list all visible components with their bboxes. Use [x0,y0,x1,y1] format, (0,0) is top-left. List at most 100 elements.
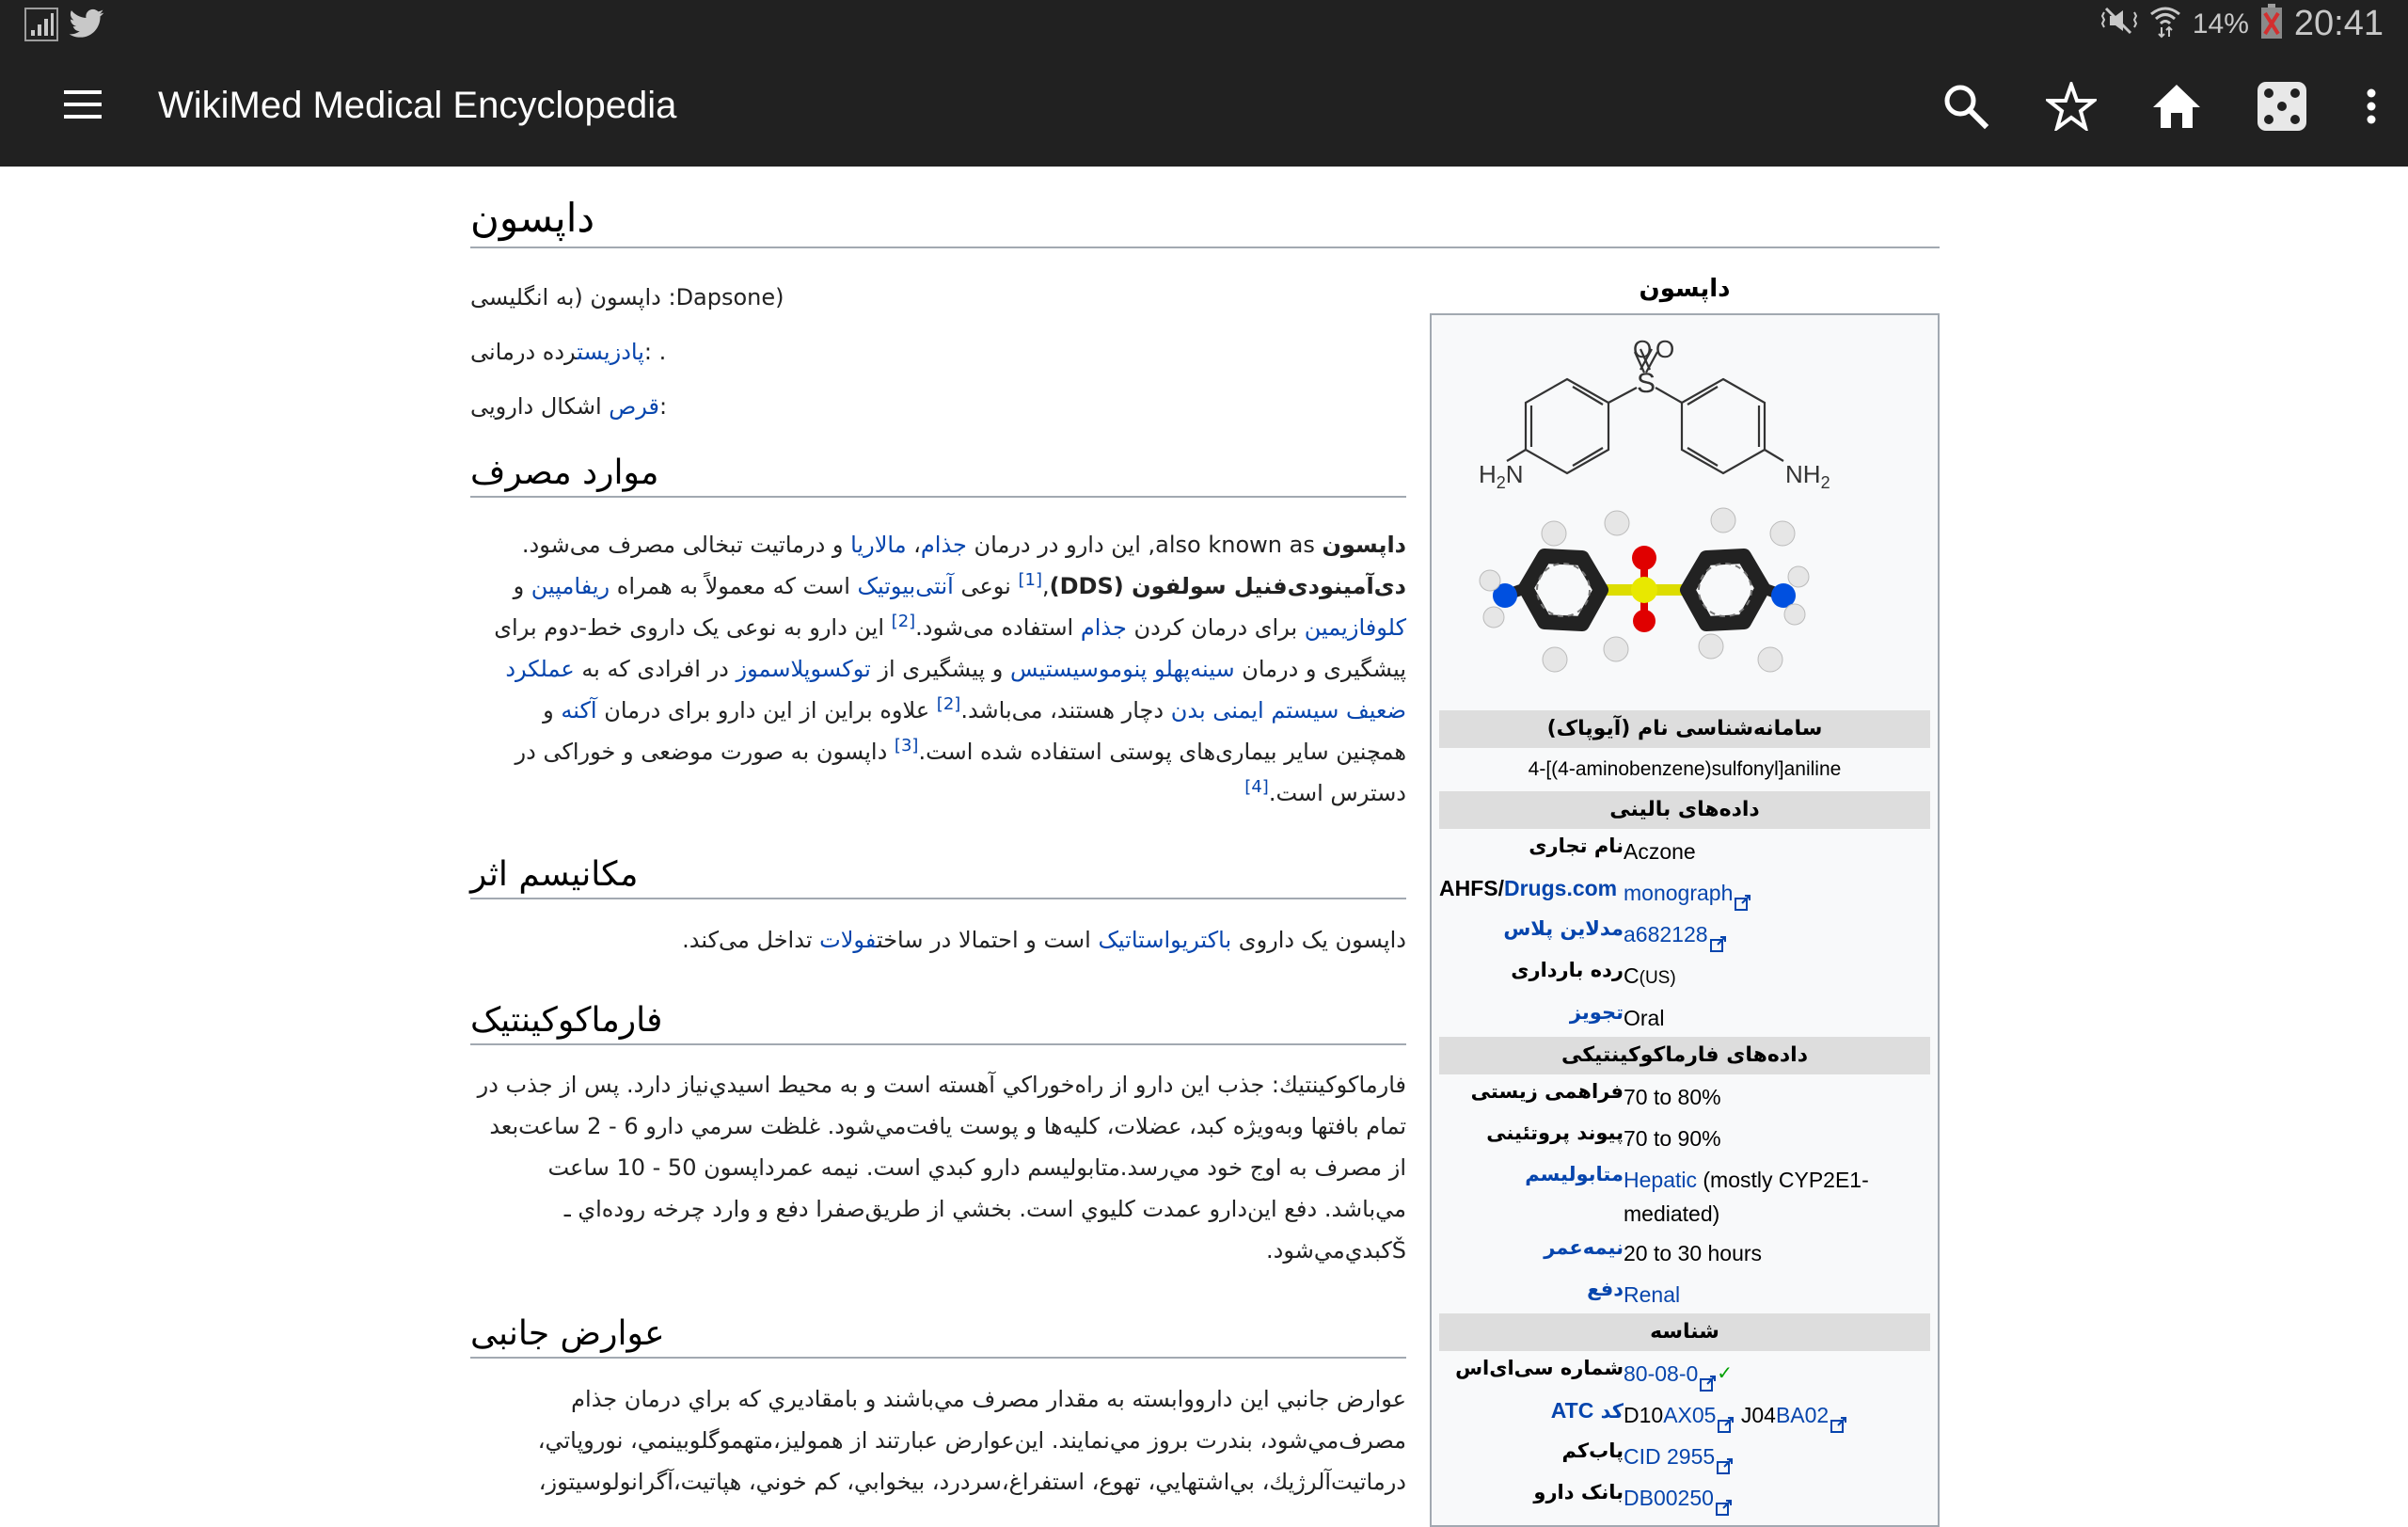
half-life-link[interactable]: نیمه‌عمر [1544,1236,1624,1259]
atc-code-link[interactable]: AX05 [1663,1403,1716,1427]
section-heading-side-effects: عوارض جانبی [470,1314,1406,1359]
section-heading-mechanism: مکانیسم اثر [470,855,1406,899]
row-label: پاب‌کم [1561,1440,1624,1462]
text-run: , [1042,573,1050,599]
citation-link[interactable]: [2] [937,694,961,714]
row-label: پیوند پروتئینی [1486,1121,1624,1144]
wiki-link[interactable]: جذام [921,532,967,558]
drugs-com-link[interactable]: Drugs.com [1504,876,1617,900]
menu-icon-line [64,115,102,119]
text-run: ، [906,532,921,558]
therapeutic-class-link[interactable]: پادزیست [577,339,644,365]
row-label: متابولیسم [1439,1163,1624,1185]
battery-percent: 14% [2192,8,2249,40]
infobox-row-pregnancy: رده بارداری C(US) [1439,953,1930,995]
overflow-menu-button[interactable] [2335,73,2408,143]
infobox-row-medlineplus: مدلاین پلاس a682128 [1439,912,1930,953]
citation-link[interactable]: [1] [1019,570,1043,590]
external-link-icon [1700,1367,1717,1392]
infobox-row-trade-name: نام تجاری Aczone [1439,829,1930,870]
text-run: عوارض جانبي اين داروو‌ابسته به مقدار مصر… [537,1386,1406,1495]
row-value: Aczone [1624,839,1696,864]
wiki-link[interactable]: مالاریا [850,532,906,558]
dosage-forms: قرص اشکال دارویی: [470,379,1406,434]
bold-term: دی‌آمینودی‌فنیل سولفون [1132,573,1406,599]
text-run: و [513,573,531,599]
citation-link[interactable]: [3] [895,736,919,756]
row-value: 70 to 80% [1624,1085,1721,1109]
row-label: AHFS/Drugs.com [1439,876,1618,900]
intro-prefix: داپسون (به انگلیسی [470,284,661,310]
citation-link[interactable]: [2] [892,612,916,631]
article-content: داپسون داپسون (به انگلیسی :Dapsone) پادز… [470,167,1940,1527]
drug-infobox: O O S H2N NH2 [1430,313,1940,1527]
infobox-row-excretion: دفع Renal [1439,1272,1930,1313]
atc-link[interactable]: ATC [1551,1398,1594,1423]
pharmacokinetic-header: داده‌های فارماکوکینتیکی [1439,1037,1930,1074]
wiki-link[interactable]: سینه‌پهلو پنوموسیستیس [1010,656,1235,682]
hamburger-menu-button[interactable] [64,90,102,124]
renal-link[interactable]: Renal [1624,1282,1680,1307]
row-value: DB00250 [1624,1481,1930,1516]
row-value: C(US) [1624,959,1930,995]
medlineplus-link[interactable]: مدلاین پلاس [1503,917,1624,940]
row-label: مدلاین پلاس [1439,917,1624,940]
menu-icon-line [64,103,102,106]
row-value: 20 to 30 hours [1624,1241,1763,1265]
metabolism-link[interactable]: متابولیسم [1525,1163,1624,1185]
medlineplus-id-link[interactable]: a682128 [1624,922,1708,946]
therapeutic-class: پادزیسترده درمانی: . [470,325,1406,379]
text-run: علاوه براین از این دارو برای درمان [596,697,937,724]
section-mechanism-paragraph: داپسون یک داروی باکتریواستاتیک است و احت… [470,919,1406,961]
wiki-link[interactable]: توکسوپلاسموز [736,656,870,682]
svg-text:O: O [1633,335,1652,363]
random-dice-icon [2257,81,2307,135]
wiki-link[interactable]: جذام [1081,614,1127,641]
wiki-link[interactable]: ریفامپین [531,573,610,599]
text-run: فارماكوكينتيك: جذب اين دارو از راه‌خوراك… [477,1072,1406,1264]
bold-term: داپسون [1322,532,1406,558]
row-label: تجویز [1439,1001,1624,1024]
row-value: Hepatic (mostly CYP2E1-mediated) [1624,1163,1930,1231]
bookmark-button[interactable] [2019,73,2124,143]
row-label: رده بارداری [1511,959,1624,981]
skeletal-formula-image[interactable]: O O S H2N NH2 [1432,315,1938,710]
text-run: و درماتیت تبخالی مصرف می‌شود. [521,532,851,558]
row-label: کد ATC [1439,1398,1624,1424]
excretion-link[interactable]: دفع [1587,1278,1624,1300]
row-label: بانک دارو [1533,1481,1624,1503]
search-button[interactable] [1913,73,2019,143]
drugbank-link[interactable]: DB00250 [1624,1486,1714,1510]
row-label: فراهمی زیستی [1470,1080,1624,1103]
cas-number-link[interactable]: 80-08-0 [1624,1361,1698,1386]
row-value: CID 2955 [1624,1440,1930,1474]
article-intro: داپسون (به انگلیسی :Dapsone) پادزیسترده … [470,270,1406,434]
infobox-row-half-life: نیمه‌عمر 20 to 30 hours [1439,1231,1930,1272]
external-link-icon [1717,1450,1734,1474]
svg-text:O: O [1656,335,1674,363]
text-run: also known as, این دارو در درمان [966,532,1323,558]
text-run: است و احتمالا در ساخت [876,927,1099,953]
wiki-link[interactable]: آکنه [561,697,596,724]
route-link[interactable]: تجویز [1570,1001,1624,1024]
text-run: دچار هستند، می‌باشد. [960,697,1171,724]
home-button[interactable] [2124,73,2229,143]
hepatic-link[interactable]: Hepatic [1624,1168,1697,1192]
monograph-link[interactable]: monograph [1624,881,1733,905]
wiki-link[interactable]: آنتی‌بیوتیک [858,573,954,599]
wiki-link[interactable]: کلوفازیمین [1305,614,1406,641]
wiki-link[interactable]: فولات [819,927,877,953]
infobox-row-ahfs: AHFS/Drugs.com monograph [1439,870,1930,912]
infobox-row-cas-number: شماره سی‌ای‌اس 80-08-0 ✓ [1439,1351,1930,1392]
atc-code-link[interactable]: BA02 [1776,1403,1829,1427]
dosage-forms-link[interactable]: قرص [609,393,659,420]
app-title: WikiMed Medical Encyclopedia [158,85,677,126]
random-article-button[interactable] [2229,73,2335,143]
identifiers-header: شناسه [1439,1313,1930,1351]
external-link-icon [1709,928,1727,952]
wiki-link[interactable]: باکتریواستاتیک [1098,927,1231,953]
infobox-row-pubchem: پاب‌کم CID 2955 [1439,1434,1930,1475]
pubchem-link[interactable]: CID 2955 [1624,1444,1715,1469]
citation-link[interactable]: [4] [1244,777,1269,797]
row-value: 80-08-0 ✓ [1624,1357,1930,1392]
